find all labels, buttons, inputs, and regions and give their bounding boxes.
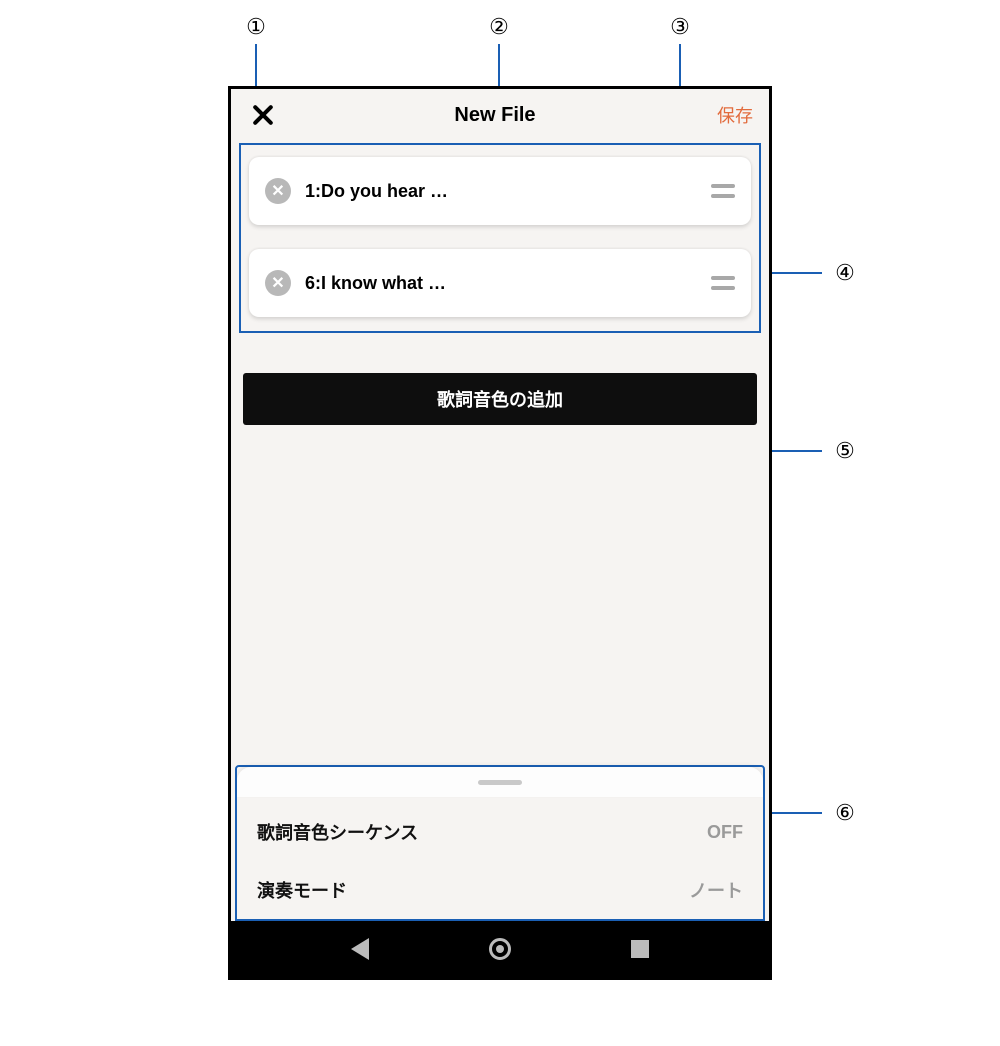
device-frame: New File 保存 ✕ 1:Do you hear … ✕ 6:I know…	[228, 86, 772, 980]
tone-item-label: 1:Do you hear …	[305, 181, 711, 202]
setting-value: ノート	[689, 877, 743, 903]
sheet-handle-icon	[478, 780, 522, 785]
close-icon[interactable]	[247, 100, 277, 130]
setting-row-sequence[interactable]: 歌詞音色シーケンス OFF	[237, 803, 763, 861]
page-title: New File	[277, 104, 713, 127]
recent-apps-icon[interactable]	[631, 940, 649, 958]
callout-2: ②	[484, 12, 514, 42]
add-lyric-tone-button[interactable]: 歌詞音色の追加	[243, 373, 757, 425]
callout-5: ⑤	[830, 436, 860, 466]
tone-item[interactable]: ✕ 6:I know what …	[249, 249, 751, 317]
callout-1: ①	[241, 12, 271, 42]
save-button[interactable]: 保存	[713, 102, 753, 128]
setting-row-play-mode[interactable]: 演奏モード ノート	[237, 861, 763, 919]
callout-4: ④	[830, 258, 860, 288]
callout-line	[766, 812, 822, 814]
tone-list-section: ✕ 1:Do you hear … ✕ 6:I know what …	[239, 143, 761, 333]
callout-3: ③	[665, 12, 695, 42]
setting-value: OFF	[707, 822, 743, 843]
settings-section: 歌詞音色シーケンス OFF 演奏モード ノート	[235, 765, 765, 921]
callout-6: ⑥	[830, 798, 860, 828]
drag-handle-icon[interactable]	[711, 276, 735, 290]
setting-label: 演奏モード	[257, 877, 347, 903]
delete-icon[interactable]: ✕	[265, 178, 291, 204]
home-icon[interactable]	[489, 938, 511, 960]
tone-item-label: 6:I know what …	[305, 273, 711, 294]
header-bar: New File 保存	[231, 89, 769, 141]
sheet-handle-row[interactable]	[237, 767, 763, 797]
tone-item[interactable]: ✕ 1:Do you hear …	[249, 157, 751, 225]
setting-label: 歌詞音色シーケンス	[257, 819, 418, 845]
spacer	[231, 425, 769, 765]
delete-icon[interactable]: ✕	[265, 270, 291, 296]
back-icon[interactable]	[351, 938, 369, 960]
drag-handle-icon[interactable]	[711, 184, 735, 198]
android-nav-bar	[231, 921, 769, 977]
